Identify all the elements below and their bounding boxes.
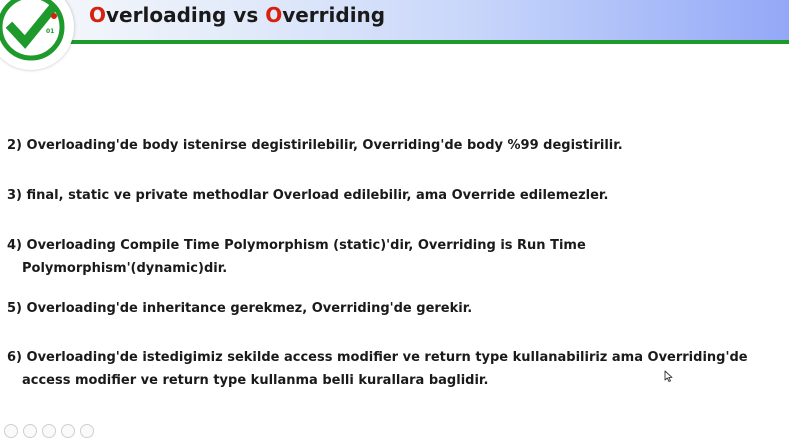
list-item-line: 4) Overloading Compile Time Polymorphism… [7,238,586,253]
header-green-rule [60,40,789,44]
nav-dot[interactable] [42,424,56,438]
list-item: 2) Overloading'de body istenirse degisti… [7,134,623,157]
slide-nav-dots [4,423,99,442]
nav-dot[interactable] [61,424,75,438]
list-item-line-continued: access modifier ve return type kullanma … [22,373,489,388]
title-vs: vs [226,3,266,27]
nav-dot[interactable] [80,424,94,438]
list-item-line: 5) Overloading'de inheritance gerekmez, … [7,301,473,316]
list-item-line-continued: Polymorphism'(dynamic)dir. [22,261,228,276]
list-item: 5) Overloading'de inheritance gerekmez, … [7,297,472,320]
title-initial-2: O [265,3,283,27]
nav-dot[interactable] [23,424,37,438]
page-title: Overloading vs Overriding [89,3,385,27]
nav-dot[interactable] [4,424,18,438]
list-item-line: 6) Overloading'de istedigimiz sekilde ac… [7,350,748,365]
logo-badge: 01 [0,0,74,70]
title-word-1: verloading [106,3,227,27]
list-item-line: 3) final, static ve private methodlar Ov… [7,188,609,203]
mouse-pointer-icon [664,367,673,386]
list-item: 3) final, static ve private methodlar Ov… [7,184,608,207]
checkmark-badge-icon [0,0,65,61]
logo-number: 01 [46,28,55,35]
title-initial-1: O [89,3,107,27]
title-word-2: verriding [282,3,386,27]
list-item: 6) Overloading'de istedigimiz sekilde ac… [7,346,748,392]
list-item: 4) Overloading Compile Time Polymorphism… [7,234,586,280]
list-item-line: 2) Overloading'de body istenirse degisti… [7,138,623,153]
